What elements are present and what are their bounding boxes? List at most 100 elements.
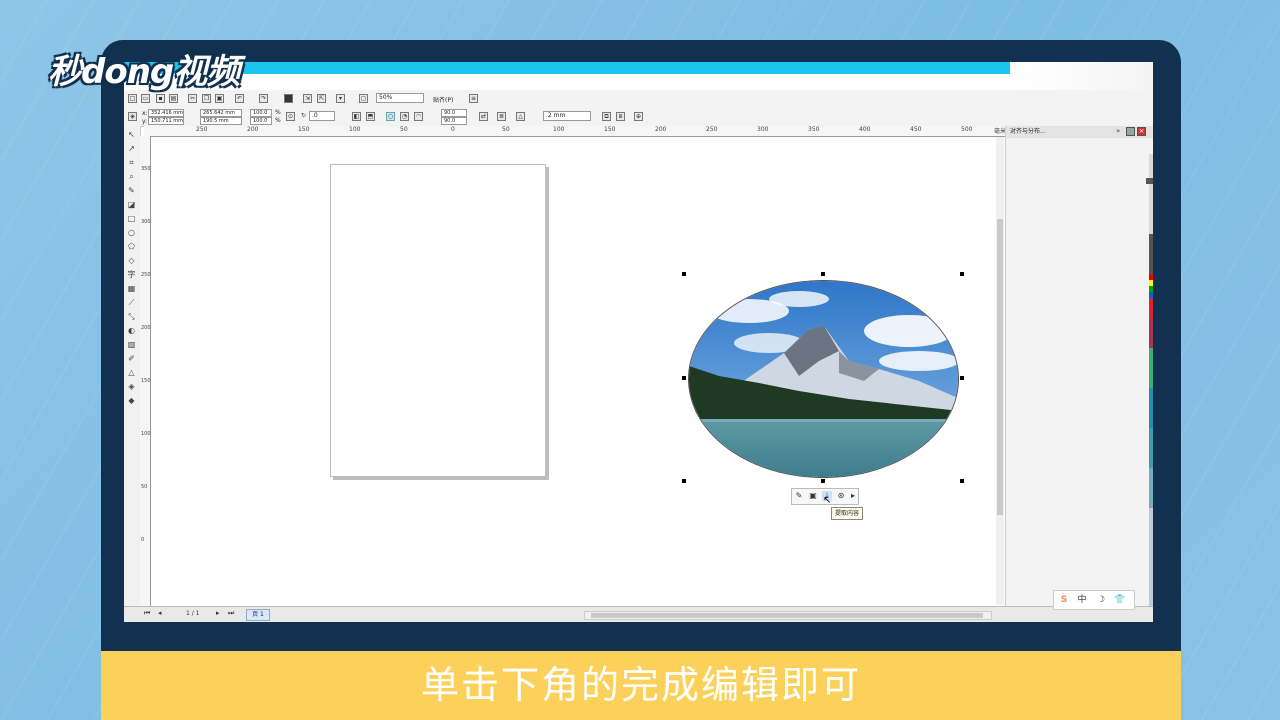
selection-handle[interactable] [682,376,686,380]
prev-page-icon[interactable]: ◂ [158,609,162,617]
docker-options-icon[interactable] [1126,127,1135,136]
horizontal-scrollbar[interactable] [584,611,992,620]
shape-tool-icon[interactable]: ↗ [127,144,136,153]
object-origin-icon[interactable]: ◈ [128,112,137,121]
end-angle-field[interactable]: 90.0 [441,117,467,125]
arc-icon[interactable]: ◠ [414,112,423,121]
interactive-fill-icon[interactable]: ◆ [127,396,136,405]
mirror-v-icon[interactable]: ⬒ [366,112,375,121]
height-field[interactable]: 190.5 mm [200,117,242,125]
undo-icon[interactable]: ↶ [235,94,244,103]
y-position-field[interactable]: 150.711 mm [148,117,184,125]
outline-width-select[interactable]: .2 mm [543,111,591,121]
wrap-text-icon[interactable]: ≣ [497,112,506,121]
powerclip-ellipse-image[interactable] [688,280,959,478]
skin-icon[interactable]: 👕 [1113,593,1127,607]
lock-contents-icon[interactable]: ⊛ [836,491,846,501]
palette-scroll-icon[interactable] [1146,178,1153,184]
first-page-icon[interactable]: ⏮ [144,609,150,618]
ruler-tick-label: 150 [298,126,310,133]
mirror-h-icon[interactable]: ◧ [352,112,361,121]
new-icon[interactable]: □ [128,94,137,103]
selection-handle[interactable] [682,272,686,276]
eyedropper-tool-icon[interactable]: ✐ [127,354,136,363]
save-icon[interactable]: ▪ [156,94,165,103]
pie-icon[interactable]: ◔ [400,112,409,121]
selection-handle[interactable] [960,272,964,276]
width-field[interactable]: 265.642 mm [200,109,242,117]
selection-handle[interactable] [960,376,964,380]
next-page-icon[interactable]: ▸ [216,609,220,617]
dimension-tool-icon[interactable]: ⟋ [127,298,136,307]
page-tab[interactable]: 页 1 [246,609,270,621]
copy-icon[interactable]: ❐ [202,94,211,103]
zoom-select[interactable]: 50% [376,93,424,103]
polygon-tool-icon[interactable]: ⬠ [127,242,136,251]
fullscreen-icon[interactable]: ▢ [359,94,368,103]
scroll-thumb[interactable] [997,219,1003,515]
basic-shapes-icon[interactable]: ◇ [127,256,136,265]
outline-pen-icon[interactable]: △ [127,368,136,377]
effects-tool-icon[interactable]: ◐ [127,326,136,335]
expand-icon[interactable]: » [1116,127,1120,135]
paste-icon[interactable]: ▣ [215,94,224,103]
last-page-icon[interactable]: ⏭ [228,609,234,618]
selection-handle[interactable] [960,479,964,483]
ruler-tick-label: 200 [655,126,667,133]
lock-ratio-icon[interactable]: ⊙ [286,112,295,121]
table-tool-icon[interactable]: ▦ [127,284,136,293]
docker-close-icon[interactable]: × [1137,127,1146,136]
fill-tool-icon[interactable]: ◈ [127,382,136,391]
direction-icon[interactable]: ⇄ [479,112,488,121]
outline-icon[interactable]: △ [516,112,525,121]
sogou-icon[interactable]: S [1057,593,1071,607]
rotation-field[interactable]: .0 [309,111,335,121]
x-position-field[interactable]: 352.416 mm [148,109,184,117]
rectangle-tool-icon[interactable]: □ [127,214,136,223]
redo-icon[interactable]: ↷ [259,94,268,103]
ellipse-tool-icon[interactable]: ○ [127,228,136,237]
freehand-tool-icon[interactable]: ✎ [127,186,136,195]
document-page[interactable] [330,164,546,477]
start-angle-field[interactable]: 90.0 [441,109,467,117]
publish-pdf-icon[interactable]: ▾ [336,94,345,103]
chinese-mode-icon[interactable]: 中 [1075,593,1089,607]
scale-y-field[interactable]: 100.0 [250,117,272,125]
selection-handle[interactable] [682,479,686,483]
scale-x-field[interactable]: 100.0 [250,109,272,117]
import-icon[interactable]: ⇲ [303,94,312,103]
more-arrow-icon[interactable]: ▸ [848,491,858,501]
vertical-scrollbar[interactable] [996,137,1004,605]
crop-tool-icon[interactable]: ⌗ [127,158,136,167]
convert-icon[interactable]: ⊕ [634,112,643,121]
color-palette[interactable] [1149,154,1153,622]
cut-icon[interactable]: ✂ [188,94,197,103]
selection-handle[interactable] [821,479,825,483]
search-content-icon[interactable] [284,94,293,103]
zoom-tool-icon[interactable]: ⌕ [127,172,136,181]
open-icon[interactable]: ▭ [141,94,150,103]
edit-powerclip-icon[interactable]: ✎ [794,491,804,501]
caption-bar: 单击下角的完成编辑即可 [101,651,1181,720]
to-back-icon[interactable]: ⧈ [616,112,625,121]
export-icon[interactable]: ⇱ [317,94,326,103]
selection-handle[interactable] [821,272,825,276]
moon-icon[interactable]: ☽ [1094,593,1108,607]
pick-tool-icon[interactable]: ↖ [127,130,136,139]
menu-bar [124,74,1010,91]
print-icon[interactable]: ▤ [169,94,178,103]
text-tool-icon[interactable]: 字 [127,270,136,279]
to-front-icon[interactable]: ⧉ [602,112,611,121]
scroll-thumb[interactable] [591,613,983,618]
options-icon[interactable]: ≡ [469,94,478,103]
smart-fill-icon[interactable]: ◪ [127,200,136,209]
select-contents-icon[interactable]: ▣ [808,491,818,501]
transparency-tool-icon[interactable]: ▧ [127,340,136,349]
connector-tool-icon[interactable]: ⤡ [127,312,136,321]
ruler-tick-label: 200 [141,325,151,331]
ellipse-icon[interactable]: ○ [386,112,395,121]
x-label: x: [142,110,148,117]
snap-to-button[interactable]: 贴齐(P) [433,95,453,104]
toolbox: ↖ ↗ ⌗ ⌕ ✎ ◪ □ ○ ⬠ ◇ 字 ▦ ⟋ ⤡ ◐ ▧ ✐ △ ◈ ◆ [124,126,141,606]
vertical-ruler: 350 300 250 200 150 100 50 0 [140,136,151,606]
